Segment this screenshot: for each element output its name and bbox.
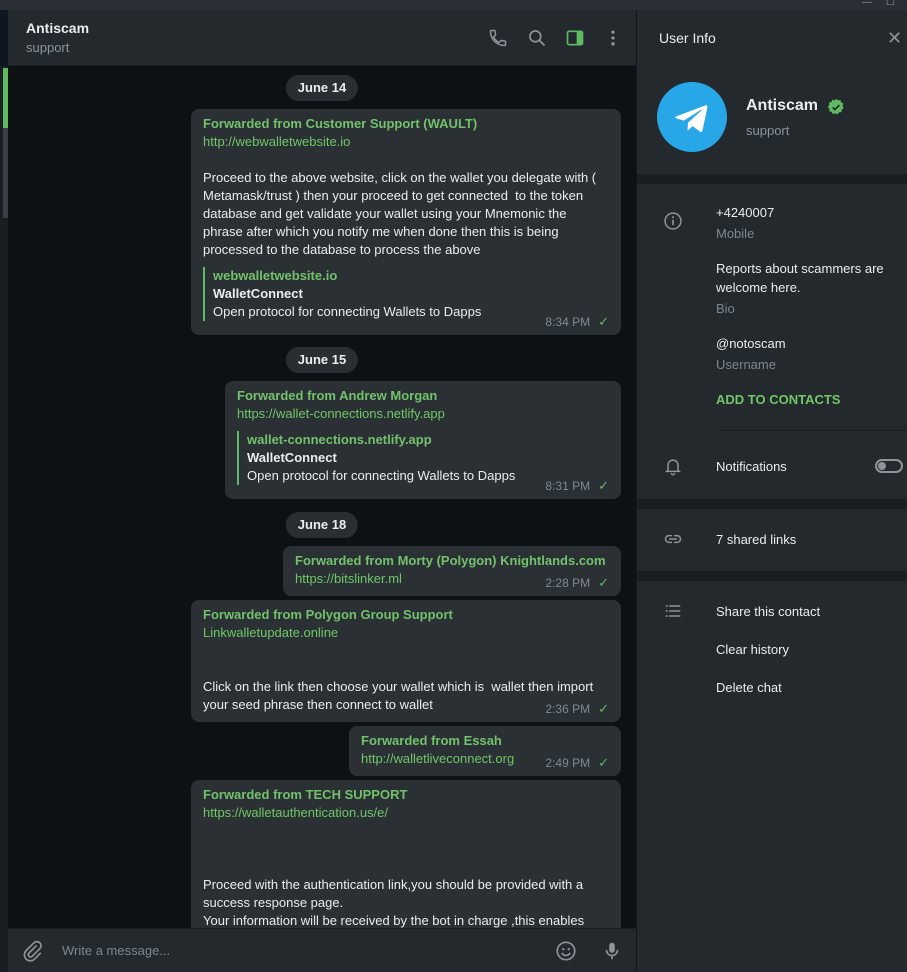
bio-text[interactable]: Reports about scammers are welcome here.: [716, 259, 901, 297]
message-meta: 2:28 PM ✓: [545, 574, 609, 592]
link-icon: [663, 529, 683, 549]
left-scroll-strip[interactable]: [0, 66, 8, 972]
telegram-logo-icon: [675, 105, 708, 132]
username[interactable]: @notoscam: [716, 334, 786, 353]
message-link[interactable]: Linkwalletupdate.online: [203, 624, 609, 642]
date-badge: June 15: [285, 347, 359, 373]
check-icon: ✓: [598, 755, 609, 770]
message-bubble[interactable]: Forwarded from TECH SUPPORT https://wall…: [191, 780, 621, 928]
message-bubble[interactable]: Forwarded from Morty (Polygon) Knightlan…: [283, 546, 621, 596]
panel-title: User Info: [659, 30, 716, 46]
message-input[interactable]: Write a message...: [62, 943, 532, 958]
message-text: Proceed with the authentication link,you…: [203, 877, 585, 928]
section-divider: [637, 174, 907, 184]
verified-badge-icon: [827, 98, 845, 116]
window-titlebar: — ☐: [0, 0, 907, 10]
microphone-icon[interactable]: [600, 939, 624, 963]
message-meta: 2:49 PM ✓: [545, 754, 609, 772]
minimize-icon[interactable]: —: [862, 0, 872, 9]
preview-title: WalletConnect: [213, 286, 303, 301]
chat-title[interactable]: Antiscam: [26, 20, 89, 36]
preview-site: wallet-connections.netlify.app: [247, 432, 432, 447]
forwarded-label[interactable]: Forwarded from Essah: [361, 733, 502, 748]
share-contact-button[interactable]: Share this contact: [716, 602, 820, 621]
message-time: 8:31 PM: [545, 479, 591, 493]
bell-icon: [663, 456, 683, 476]
check-icon: ✓: [598, 575, 609, 590]
forwarded-label[interactable]: Forwarded from Customer Support (WAULT): [203, 116, 477, 131]
section-divider: [637, 571, 907, 581]
emoji-icon[interactable]: [554, 939, 578, 963]
notifications-label: Notifications: [716, 459, 787, 474]
date-badge: June 14: [285, 75, 359, 101]
message-bubble[interactable]: Forwarded from Andrew Morgan https://wal…: [225, 381, 621, 499]
maximize-icon[interactable]: ☐: [886, 0, 895, 9]
chat-header: Antiscam support: [8, 10, 636, 66]
message-meta: 8:31 PM ✓: [545, 477, 609, 495]
check-icon: ✓: [598, 314, 609, 329]
forwarded-label[interactable]: Forwarded from Morty (Polygon) Knightlan…: [295, 553, 606, 568]
close-icon[interactable]: ✕: [887, 28, 902, 49]
message-meta: 2:36 PM ✓: [545, 700, 609, 718]
date-badge: June 18: [285, 512, 359, 538]
message-bubble[interactable]: Forwarded from Polygon Group Support Lin…: [191, 600, 621, 722]
profile-name: Antiscam: [746, 97, 819, 114]
message-text: Proceed to the above website, click on t…: [203, 170, 600, 257]
divider-line: [716, 430, 907, 431]
message-time: 2:28 PM: [545, 576, 591, 590]
chat-messages[interactable]: June 14 Forwarded from Customer Support …: [8, 66, 636, 928]
preview-site: webwalletwebsite.io: [213, 268, 338, 283]
message-bubble[interactable]: Forwarded from Essah http://walletliveco…: [349, 726, 621, 776]
shared-links[interactable]: 7 shared links: [716, 530, 796, 549]
notifications-toggle[interactable]: [875, 459, 903, 473]
phone-icon[interactable]: [486, 26, 510, 50]
search-icon[interactable]: [525, 26, 549, 50]
message-link[interactable]: http://webwalletwebsite.io: [203, 133, 609, 151]
preview-title: WalletConnect: [247, 450, 337, 465]
toggle-knob: [878, 462, 886, 470]
message-bubble[interactable]: Forwarded from Customer Support (WAULT) …: [191, 109, 621, 335]
list-icon: [663, 601, 683, 621]
check-icon: ✓: [598, 701, 609, 716]
bio-caption: Bio: [716, 301, 735, 316]
forwarded-label[interactable]: Forwarded from Polygon Group Support: [203, 607, 453, 622]
attach-icon[interactable]: [20, 939, 44, 963]
info-icon: [663, 211, 683, 231]
avatar[interactable]: [657, 82, 727, 152]
more-menu-icon[interactable]: [601, 26, 625, 50]
chat-subtitle: support: [26, 40, 70, 55]
user-info-panel: User Info ✕ Antiscam support +4240007 Mo…: [637, 10, 907, 972]
message-link[interactable]: https://wallet-connections.netlify.app: [237, 405, 609, 423]
phone-number[interactable]: +4240007: [716, 203, 774, 222]
add-to-contacts-button[interactable]: ADD TO CONTACTS: [716, 392, 840, 407]
delete-chat-button[interactable]: Delete chat: [716, 678, 782, 697]
forwarded-label[interactable]: Forwarded from Andrew Morgan: [237, 388, 437, 403]
username-caption: Username: [716, 357, 776, 372]
phone-caption: Mobile: [716, 226, 755, 241]
check-icon: ✓: [598, 478, 609, 493]
message-time: 2:49 PM: [545, 756, 591, 770]
clear-history-button[interactable]: Clear history: [716, 640, 789, 659]
sidebar-toggle-icon[interactable]: [563, 26, 587, 50]
section-divider: [637, 499, 907, 509]
message-composer: Write a message...: [8, 928, 636, 972]
message-link[interactable]: https://walletauthentication.us/e/: [203, 804, 609, 822]
message-meta: 8:34 PM ✓: [545, 313, 609, 331]
message-time: 8:34 PM: [545, 315, 591, 329]
message-time: 2:36 PM: [545, 702, 591, 716]
profile-subtitle: support: [746, 123, 790, 138]
forwarded-label[interactable]: Forwarded from TECH SUPPORT: [203, 787, 407, 802]
